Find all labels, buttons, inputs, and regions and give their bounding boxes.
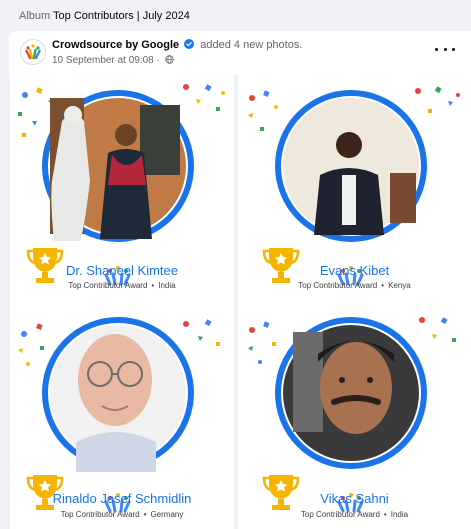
bullet-separator: • [383, 510, 387, 519]
bullet-separator: • [143, 510, 147, 519]
post-meta: 10 September at 09:08 · [52, 55, 174, 66]
facebook-album-post: Album Top Contributors | July 2024 Crowd… [0, 0, 471, 529]
contributor-name: Rinaldo Josef Schmidlin [52, 491, 192, 506]
award-label: Top Contributor Award [60, 510, 140, 519]
award-label: Top Contributor Award [300, 510, 380, 519]
post-card: Crowdsource by Google added 4 new photos… [9, 31, 471, 529]
photo-tile-4[interactable]: Vikas Sahni Top Contributor Award • India [238, 302, 471, 529]
award-caption: Top Contributor Award • India [10, 281, 234, 290]
contributor-name: Evans Kibet [319, 263, 390, 278]
photo-grid: Dr. Shaneel Kimtee Top Contributor Award… [9, 75, 471, 529]
photo-tile-2[interactable]: Evans Kibet Top Contributor Award • Kenya [238, 75, 471, 302]
album-prefix: Album [19, 10, 51, 22]
page-name-link[interactable]: Crowdsource by Google [52, 39, 179, 51]
bullet-separator: • [381, 281, 385, 290]
post-action-text: added 4 new photos. [200, 39, 303, 51]
country-label: Kenya [388, 281, 411, 290]
country-label: India [158, 281, 176, 290]
award-label: Top Contributor Award [298, 281, 378, 290]
album-title[interactable]: Top Contributors | July 2024 [53, 10, 190, 22]
contributor-name: Vikas Sahni [320, 491, 389, 506]
photo-tile-1[interactable]: Dr. Shaneel Kimtee Top Contributor Award… [10, 75, 234, 302]
meta-separator: · [156, 55, 160, 66]
bullet-separator: • [151, 281, 155, 290]
crowdsource-logo-icon [25, 44, 41, 60]
award-caption: Top Contributor Award • India [238, 510, 471, 519]
more-options-icon[interactable] [435, 41, 455, 57]
award-caption: Top Contributor Award • Kenya [238, 281, 471, 290]
verified-badge-icon [184, 39, 195, 49]
post-timestamp[interactable]: 10 September at 09:08 [52, 55, 154, 66]
poster-line: Crowdsource by Google added 4 new photos… [52, 39, 302, 51]
country-label: Germany [150, 510, 184, 519]
photo-tile-3[interactable]: Rinaldo Josef Schmidlin Top Contributor … [10, 302, 234, 529]
award-label: Top Contributor Award [68, 281, 148, 290]
page-avatar[interactable] [20, 39, 46, 65]
globe-icon[interactable] [164, 55, 174, 64]
country-label: India [390, 510, 409, 519]
album-breadcrumb: Album Top Contributors | July 2024 [0, 0, 471, 31]
post-header: Crowdsource by Google added 4 new photos… [9, 31, 471, 75]
award-caption: Top Contributor Award • Germany [10, 510, 234, 519]
contributor-name: Dr. Shaneel Kimtee [65, 263, 178, 278]
